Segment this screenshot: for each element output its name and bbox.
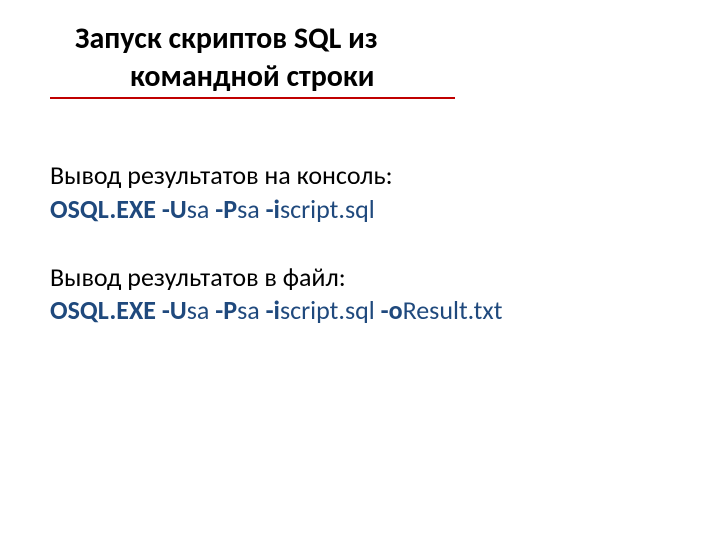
section1-command: OSQL.EXE -Usa -Psa -iscript.sql [50, 193, 670, 227]
section1-label: Вывод результатов на консоль: [50, 159, 670, 193]
i-flag-2: -i [260, 294, 280, 326]
exe-flag: OSQL.EXE -U [50, 193, 187, 225]
section2-command: OSQL.EXE -Usa -Psa -iscript.sql -oResult… [50, 294, 670, 328]
o-flag: -o [375, 294, 403, 326]
o-value: Result.txt [403, 294, 503, 326]
content-area: Вывод результатов на консоль: OSQL.EXE -… [50, 159, 670, 328]
exe-flag-2: OSQL.EXE -U [50, 294, 187, 326]
p-flag: -P [209, 193, 237, 225]
i-value-2: script.sql [280, 294, 375, 326]
p-flag-2: -P [209, 294, 237, 326]
i-flag: -i [260, 193, 280, 225]
p-value-2: sa [237, 294, 260, 326]
title-line-2: командной строки [75, 58, 490, 96]
section2: Вывод результатов в файл: OSQL.EXE -Usa … [50, 261, 670, 329]
u-value: sa [187, 193, 210, 225]
p-value: sa [237, 193, 260, 225]
slide-title: Запуск скриптов SQL из командной строки [50, 20, 670, 95]
title-line-1: Запуск скриптов SQL из [75, 20, 490, 58]
section2-label: Вывод результатов в файл: [50, 261, 670, 295]
i-value: script.sql [280, 193, 375, 225]
u-value-2: sa [187, 294, 210, 326]
title-divider [50, 97, 455, 99]
